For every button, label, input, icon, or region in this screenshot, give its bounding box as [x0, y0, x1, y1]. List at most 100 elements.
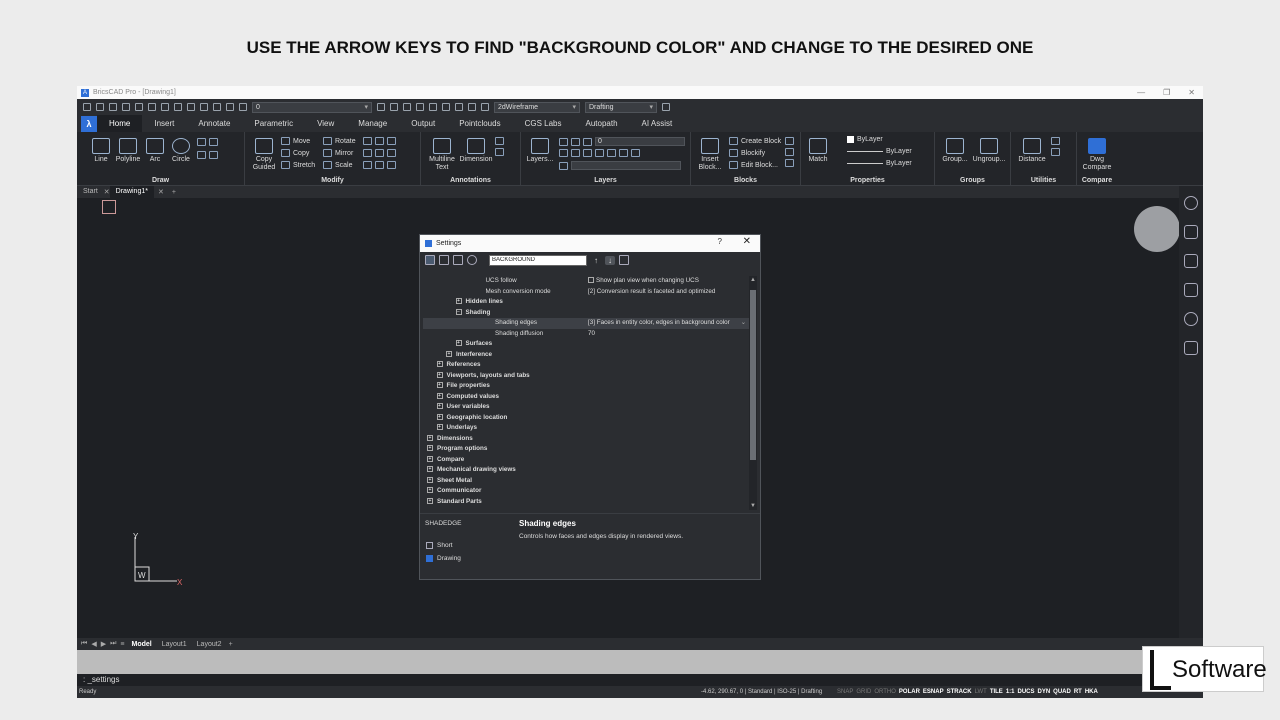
- extend-icon[interactable]: [375, 149, 384, 157]
- scroll-up-icon[interactable]: ▲: [749, 277, 757, 283]
- setting-row[interactable]: + Viewports, layouts and tabs: [423, 371, 756, 382]
- setting-row[interactable]: + Surfaces: [423, 339, 756, 350]
- expand-icon[interactable]: +: [427, 466, 433, 473]
- toggle-lwt[interactable]: LWT: [975, 686, 987, 698]
- lightbulb-icon[interactable]: [1184, 196, 1198, 210]
- lineweight-select[interactable]: ByLayer: [847, 160, 912, 167]
- ungroup-button[interactable]: Ungroup...: [971, 138, 1007, 164]
- array-icon[interactable]: [363, 137, 372, 145]
- expand-icon[interactable]: +: [427, 487, 433, 494]
- setting-row[interactable]: + Sheet Metal: [423, 476, 756, 487]
- toggle-quad[interactable]: QUAD: [1053, 686, 1071, 698]
- prev-layout-icon[interactable]: ◀: [91, 640, 96, 648]
- create-block-button[interactable]: Create Block: [729, 137, 781, 145]
- attachments-icon[interactable]: [1184, 254, 1198, 268]
- layer-sun-icon[interactable]: [239, 103, 247, 111]
- search-next-icon[interactable]: ↓: [605, 255, 615, 265]
- settings-scrollbar[interactable]: ▲ ▼: [749, 276, 757, 510]
- minimize-icon[interactable]: —: [1137, 86, 1145, 99]
- rotate-button[interactable]: Rotate: [323, 137, 356, 145]
- match-layer-icon[interactable]: [377, 103, 385, 111]
- expand-icon[interactable]: +: [436, 371, 443, 378]
- layer-prev-tool-icon[interactable]: [559, 161, 568, 170]
- new-tab-icon[interactable]: +: [168, 189, 180, 196]
- layer-walk-icon[interactable]: [607, 149, 616, 157]
- toggle-polar[interactable]: POLAR: [899, 686, 920, 698]
- toggle-scale[interactable]: 1:1: [1006, 686, 1015, 698]
- tab-home[interactable]: Home: [97, 115, 143, 132]
- expand-icon[interactable]: +: [455, 340, 462, 347]
- expand-icon[interactable]: +: [436, 403, 443, 410]
- expand-icon[interactable]: +: [446, 350, 452, 357]
- expand-icon[interactable]: +: [427, 476, 433, 483]
- setting-value[interactable]: [3] Faces in entity color, edges in back…: [588, 318, 730, 329]
- status-workspace[interactable]: Drafting: [801, 689, 822, 695]
- trim-icon[interactable]: [363, 149, 372, 157]
- navigation-wheel-icon[interactable]: [1134, 206, 1180, 252]
- tab-insert[interactable]: Insert: [142, 115, 186, 132]
- toggle-rt[interactable]: RT: [1074, 686, 1082, 698]
- categorized-view-icon[interactable]: [425, 255, 435, 265]
- setting-value[interactable]: Show plan view when changing UCS: [588, 276, 699, 287]
- copy-guided-button[interactable]: Copy Guided: [249, 138, 279, 172]
- expand-icon[interactable]: +: [427, 497, 433, 504]
- rectangle-icon[interactable]: [197, 138, 206, 146]
- setting-row[interactable]: + Communicator: [423, 486, 756, 497]
- setting-row[interactable]: Mesh conversion mode [2] Conversion resul…: [423, 287, 756, 298]
- layers-panel-icon[interactable]: [1184, 225, 1198, 239]
- cloud-icon[interactable]: [1184, 312, 1198, 326]
- setting-row[interactable]: + Dimensions: [423, 434, 756, 445]
- setting-row[interactable]: Shading edges [3] Faces in entity color, …: [423, 318, 756, 329]
- circle-button[interactable]: Circle: [167, 138, 195, 164]
- new-icon[interactable]: [83, 103, 91, 111]
- setting-value[interactable]: [2] Conversion result is faceted and opt…: [588, 287, 715, 298]
- fillet-icon[interactable]: [387, 137, 396, 145]
- block-attr-icon[interactable]: [785, 137, 794, 145]
- collapse-icon[interactable]: −: [455, 308, 462, 315]
- text-style[interactable]: Standard: [748, 689, 772, 695]
- workspace-select[interactable]: Drafting: [585, 101, 657, 113]
- setting-row[interactable]: + File properties: [423, 381, 756, 392]
- last-layout-icon[interactable]: ⏭: [110, 640, 116, 648]
- layer-select[interactable]: 0: [252, 101, 372, 113]
- expand-icon[interactable]: +: [436, 424, 443, 431]
- blockify-button[interactable]: Blockify: [729, 149, 765, 157]
- layer-lock-tool-icon[interactable]: [583, 149, 592, 157]
- setting-row[interactable]: + Mechanical drawing views: [423, 465, 756, 476]
- copy-button[interactable]: Copy: [281, 149, 309, 157]
- insert-block-button[interactable]: Insert Block...: [695, 138, 725, 172]
- redo-icon[interactable]: [174, 103, 182, 111]
- close-window-icon[interactable]: ✕: [1188, 86, 1195, 99]
- export-icon[interactable]: [619, 255, 629, 265]
- select-icon[interactable]: [187, 103, 195, 111]
- properties-icon[interactable]: [468, 103, 476, 111]
- setting-row[interactable]: + Program options: [423, 444, 756, 455]
- application-menu-button[interactable]: λ: [81, 115, 97, 132]
- maximize-icon[interactable]: ❐: [1163, 86, 1170, 99]
- toggle-strack[interactable]: STRACK: [947, 686, 972, 698]
- help-button[interactable]: ?: [718, 237, 722, 246]
- setting-row[interactable]: + Hidden lines: [423, 297, 756, 308]
- scrollbar-thumb[interactable]: [750, 290, 756, 460]
- leader-icon[interactable]: [495, 137, 504, 145]
- match-button[interactable]: Match: [805, 138, 831, 164]
- print-icon[interactable]: [135, 103, 143, 111]
- stretch-button[interactable]: Stretch: [281, 161, 315, 169]
- dim-style[interactable]: ISO-25: [777, 689, 796, 695]
- save-icon[interactable]: [109, 103, 117, 111]
- layer-iso-icon[interactable]: [403, 103, 411, 111]
- gear-icon[interactable]: [467, 255, 477, 265]
- multiline-text-button[interactable]: Multiline Text: [425, 138, 459, 172]
- layout-tab-layout1[interactable]: Layout1: [159, 641, 190, 648]
- layer-freeze-icon[interactable]: [571, 149, 580, 157]
- setting-row[interactable]: + Underlays: [423, 423, 756, 434]
- toggle-esnap[interactable]: ESNAP: [923, 686, 944, 698]
- close-dialog-button[interactable]: ✕: [743, 236, 751, 247]
- table-icon[interactable]: [429, 103, 437, 111]
- expand-icon[interactable]: +: [427, 434, 433, 441]
- layer-off-icon[interactable]: [559, 149, 568, 157]
- layout-tab-model[interactable]: Model: [129, 641, 155, 648]
- layer-delete-icon[interactable]: [631, 149, 640, 157]
- break-icon[interactable]: [387, 161, 396, 169]
- alphabetic-view-icon[interactable]: [439, 255, 449, 265]
